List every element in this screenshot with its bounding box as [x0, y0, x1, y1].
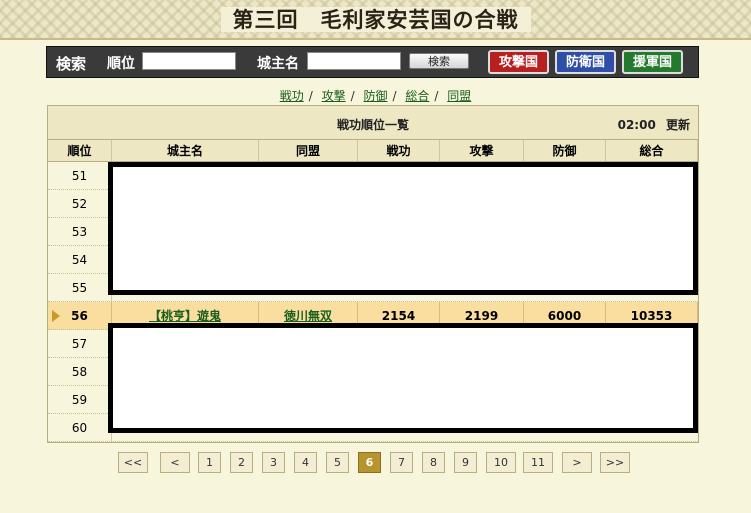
- ranking-type-nav: 戦功 / 攻撃 / 防御 / 総合 / 同盟: [0, 87, 751, 104]
- col-header-lord[interactable]: 城主名: [112, 140, 259, 161]
- page-button[interactable]: 11: [523, 452, 553, 473]
- nav-merit-link[interactable]: 戦功: [280, 89, 304, 103]
- current-player-marker-icon: [52, 310, 60, 322]
- rank-cell: 60: [48, 414, 112, 441]
- reinforcement-nation-button[interactable]: 援軍国: [622, 50, 683, 74]
- lord-name-link[interactable]: 【桃亨】遊鬼: [149, 307, 221, 324]
- nav-separator: /: [392, 89, 397, 103]
- col-header-alliance[interactable]: 同盟: [259, 140, 358, 161]
- search-button[interactable]: 検索: [409, 53, 469, 69]
- rank-cell: 54: [48, 246, 112, 273]
- page-button[interactable]: 9: [454, 452, 477, 473]
- page-button[interactable]: 7: [390, 452, 413, 473]
- rank-cell: 52: [48, 190, 112, 217]
- search-bar: 検索 順位 城主名 検索 攻撃国 防衛国 援軍国: [46, 46, 699, 78]
- nav-defense-link[interactable]: 防御: [363, 89, 387, 103]
- nav-alliance-link[interactable]: 同盟: [447, 89, 471, 103]
- rank-cell: 57: [48, 330, 112, 357]
- rank-input[interactable]: [142, 52, 236, 70]
- page-button[interactable]: 10: [486, 452, 516, 473]
- rank-cell: 58: [48, 358, 112, 385]
- table-caption: 戦功順位一覧 02:00 更新: [48, 106, 698, 140]
- current-page-button[interactable]: 6: [358, 452, 381, 473]
- redaction-box: [108, 323, 698, 433]
- alliance-link[interactable]: 徳川無双: [284, 307, 332, 324]
- col-header-total[interactable]: 総合: [606, 140, 698, 161]
- next-page-button[interactable]: >: [562, 452, 592, 473]
- prev-page-button[interactable]: <: [160, 452, 190, 473]
- ranking-table: 戦功順位一覧 02:00 更新 順位 城主名 同盟 戦功 攻撃 防御 総合 51…: [47, 105, 699, 443]
- page-button[interactable]: 8: [422, 452, 445, 473]
- update-info: 02:00 更新: [618, 116, 690, 133]
- last-page-button[interactable]: >>: [600, 452, 630, 473]
- rank-cell: 53: [48, 218, 112, 245]
- update-time: 02:00: [617, 118, 656, 132]
- table-title: 戦功順位一覧: [336, 118, 409, 132]
- nav-total-link[interactable]: 総合: [405, 89, 429, 103]
- page-button[interactable]: 4: [294, 452, 317, 473]
- lord-name-label: 城主名: [257, 56, 299, 72]
- rank-label: 順位: [107, 56, 135, 72]
- nav-separator: /: [434, 89, 439, 103]
- page-title: 第三回 毛利家安芸国の合戦: [0, 4, 751, 34]
- nav-separator: /: [350, 89, 355, 103]
- page-button[interactable]: 1: [198, 452, 221, 473]
- page-button[interactable]: 5: [326, 452, 349, 473]
- redaction-box: [108, 162, 698, 295]
- col-header-defense[interactable]: 防御: [524, 140, 606, 161]
- refresh-link[interactable]: 更新: [666, 118, 690, 132]
- nav-separator: /: [308, 89, 313, 103]
- page-button[interactable]: 2: [230, 452, 253, 473]
- first-page-button[interactable]: <<: [118, 452, 148, 473]
- col-header-merit[interactable]: 戦功: [358, 140, 440, 161]
- search-heading: 検索: [56, 55, 87, 73]
- table-header-row: 順位 城主名 同盟 戦功 攻撃 防御 総合: [48, 140, 698, 162]
- rank-cell: 55: [48, 274, 112, 301]
- col-header-rank[interactable]: 順位: [48, 140, 112, 161]
- rank-cell: 59: [48, 386, 112, 413]
- nav-attack-link[interactable]: 攻撃: [322, 89, 346, 103]
- rank-cell: 56: [48, 302, 112, 329]
- attack-nation-button[interactable]: 攻撃国: [488, 50, 549, 74]
- defense-nation-button[interactable]: 防衛国: [555, 50, 616, 74]
- rank-cell: 51: [48, 162, 112, 189]
- page-button[interactable]: 3: [262, 452, 285, 473]
- lord-name-input[interactable]: [307, 52, 401, 70]
- pagination: << < 1 2 3 4 5 6 7 8 9 10 11 > >>: [0, 452, 751, 476]
- col-header-attack[interactable]: 攻撃: [440, 140, 524, 161]
